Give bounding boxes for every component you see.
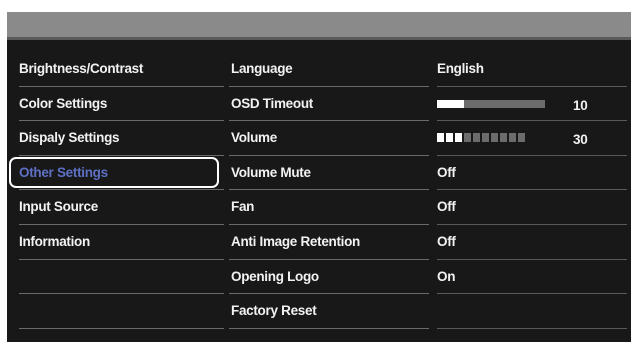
main-menu-list: Brightness/Contrast Color Settings Dispaly…	[9, 52, 224, 329]
menu-item-information[interactable]: Information	[19, 225, 224, 260]
setting-value-fan[interactable]: Off	[437, 190, 627, 225]
menu-item-color-settings[interactable]: Color Settings	[19, 87, 224, 122]
volume-segment	[482, 133, 489, 143]
menu-item-dispaly-settings[interactable]: Dispaly Settings	[19, 121, 224, 156]
setting-value-text: Off	[437, 164, 456, 180]
setting-volume-mute[interactable]: Volume Mute	[229, 156, 429, 191]
osd-timeout-slider[interactable]	[437, 99, 545, 108]
volume-segment	[446, 133, 453, 143]
menu-item-brightness-contrast[interactable]: Brightness/Contrast	[19, 52, 224, 87]
menu-item-empty	[19, 294, 224, 329]
settings-label-list: Language OSD Timeout Volume Volume Mute Fan A…	[229, 52, 429, 329]
menu-item-label: Other Settings	[19, 164, 108, 180]
osd-header-bar	[7, 12, 631, 40]
setting-osd-timeout[interactable]: OSD Timeout	[229, 87, 429, 122]
setting-value-language[interactable]: English	[437, 52, 627, 87]
menu-item-input-source[interactable]: Input Source	[19, 190, 224, 225]
volume-segment	[464, 133, 471, 143]
volume-segment	[491, 133, 498, 143]
menu-item-label: Brightness/Contrast	[19, 61, 144, 76]
setting-value-text: English	[437, 61, 484, 76]
setting-value-factory-reset[interactable]	[437, 294, 627, 329]
setting-label: OSD Timeout	[231, 95, 313, 111]
volume-value: 30	[573, 132, 588, 148]
menu-item-label: Information	[19, 233, 90, 249]
menu-item-label: Color Settings	[19, 95, 108, 111]
volume-segment	[518, 133, 525, 143]
menu-item-empty	[19, 260, 224, 295]
setting-value-osd-timeout[interactable]: 10	[437, 87, 627, 122]
setting-label: Fan	[231, 199, 255, 215]
setting-opening-logo[interactable]: Opening Logo	[229, 260, 429, 295]
slider-value: 10	[573, 97, 588, 113]
volume-level-bar[interactable]	[437, 133, 525, 143]
setting-label: Anti Image Retention	[231, 233, 361, 249]
menu-item-label: Dispaly Settings	[19, 130, 120, 146]
menu-item-label: Input Source	[19, 199, 98, 215]
volume-segment	[437, 133, 444, 143]
setting-value-text: Off	[437, 199, 456, 215]
setting-label: Volume Mute	[231, 164, 311, 180]
setting-label: Opening Logo	[231, 268, 319, 284]
setting-value-text: Off	[437, 233, 456, 249]
setting-label: Language	[231, 61, 293, 76]
settings-value-list: English 10 30 Off Off Off On	[437, 52, 627, 329]
menu-item-other-settings[interactable]: Other Settings	[9, 156, 224, 191]
slider-fill	[437, 99, 464, 108]
setting-label: Factory Reset	[231, 303, 317, 319]
setting-value-opening-logo[interactable]: On	[437, 260, 627, 295]
setting-language[interactable]: Language	[229, 52, 429, 87]
setting-factory-reset[interactable]: Factory Reset	[229, 294, 429, 329]
setting-value-volume[interactable]: 30	[437, 121, 627, 156]
setting-anti-image-retention[interactable]: Anti Image Retention	[229, 225, 429, 260]
setting-fan[interactable]: Fan	[229, 190, 429, 225]
setting-value-anti-image-retention[interactable]: Off	[437, 225, 627, 260]
setting-value-volume-mute[interactable]: Off	[437, 156, 627, 191]
volume-segment	[500, 133, 507, 143]
setting-label: Volume	[231, 130, 277, 146]
osd-menu-panel: Brightness/Contrast Color Settings Dispaly…	[7, 12, 631, 342]
volume-segment	[473, 133, 480, 143]
volume-segment	[509, 133, 516, 143]
volume-segment	[455, 133, 462, 143]
setting-volume[interactable]: Volume	[229, 121, 429, 156]
setting-value-text: On	[437, 268, 456, 284]
